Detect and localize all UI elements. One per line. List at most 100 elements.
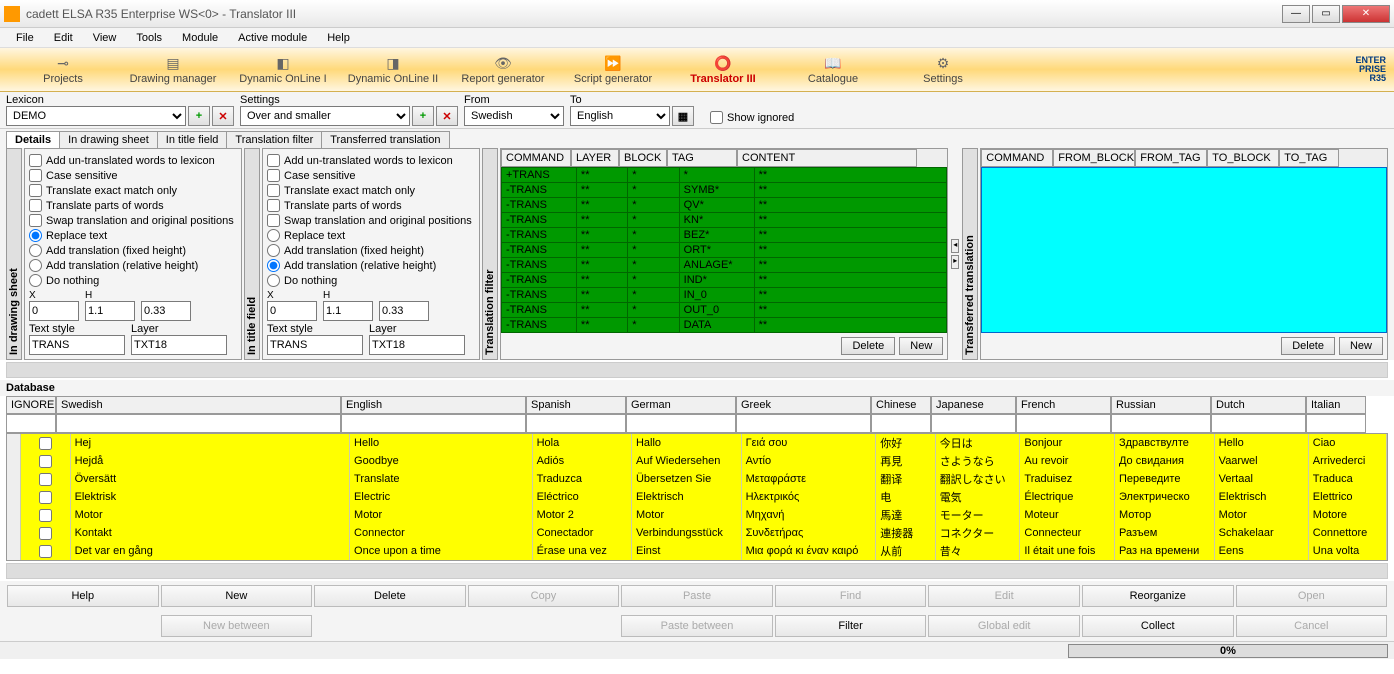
x-input[interactable] [267,301,317,321]
to-select[interactable]: English [570,106,670,126]
ignore-checkbox[interactable] [39,455,52,468]
splitter-left-icon[interactable]: ◂ [951,239,959,253]
db-row[interactable]: KontaktConnectorConectadorVerbindungsstü… [7,524,1387,542]
transfer-col-from_tag[interactable]: FROM_TAG [1135,149,1207,167]
check-swap-translation-and-original-positions[interactable] [267,214,280,227]
db-row[interactable]: ElektriskElectricEléctricoElektrischΗλεκ… [7,488,1387,506]
db-filter-swedish[interactable] [57,414,340,432]
db-col-italian[interactable]: Italian [1307,397,1365,414]
h2-input[interactable] [141,301,191,321]
filter-row[interactable]: -TRANS***KN*** [502,213,947,228]
check-case-sensitive[interactable] [29,169,42,182]
tab-in-drawing-sheet[interactable]: In drawing sheet [59,131,158,148]
radio-add-translation-fixed-height-[interactable] [267,244,280,257]
db-col-spanish[interactable]: Spanish [527,397,625,414]
ignore-checkbox[interactable] [39,545,52,558]
db-col-german[interactable]: German [627,397,735,414]
tab-details[interactable]: Details [6,131,60,148]
toolbar-drawing-manager[interactable]: ▤Drawing manager [118,53,228,87]
db-filter-italian[interactable] [1307,414,1365,432]
db-row[interactable]: gubbeold manviejo hombrealter mannηλικιω… [7,560,1387,561]
filter-row[interactable]: -TRANS***ORT*** [502,243,947,258]
db-col-chinese[interactable]: Chinese [872,397,930,414]
check-translate-exact-match-only[interactable] [267,184,280,197]
db-col-dutch[interactable]: Dutch [1212,397,1305,414]
filter-row[interactable]: -TRANS***QV*** [502,198,947,213]
menu-file[interactable]: File [8,30,42,46]
check-translate-exact-match-only[interactable] [29,184,42,197]
filter-delete-button[interactable]: Delete [841,337,895,355]
db-scrollbar[interactable] [6,563,1388,579]
settings-add-button[interactable]: + [412,106,434,126]
new-button[interactable]: New [161,585,313,607]
collect-button[interactable]: Collect [1082,615,1234,637]
filter-new-button[interactable]: New [899,337,943,355]
db-row[interactable]: HejdåGoodbyeAdiósAuf WiedersehenΑντίο再見さ… [7,452,1387,470]
row-selector[interactable] [7,560,21,561]
settings-select[interactable]: Over and smaller [240,106,410,126]
filter-col-tag[interactable]: TAG [667,149,737,167]
row-selector[interactable] [7,524,21,542]
db-col-greek[interactable]: Greek [737,397,870,414]
toolbar-projects[interactable]: ⊸Projects [8,53,118,87]
tab-in-title-field[interactable]: In title field [157,131,228,148]
row-selector[interactable] [7,488,21,506]
textstyle-input[interactable] [29,335,125,355]
tab-transferred-translation[interactable]: Transferred translation [321,131,449,148]
check-translate-parts-of-words[interactable] [267,199,280,212]
toolbar-report-generator[interactable]: 👁Report generator [448,53,558,87]
minimize-button[interactable]: — [1282,5,1310,23]
db-col-english[interactable]: English [342,397,525,414]
from-select[interactable]: Swedish [464,106,564,126]
settings-delete-button[interactable]: ✕ [436,106,458,126]
filter-row[interactable]: -TRANS***SYMB*** [502,183,947,198]
transfer-col-from_block[interactable]: FROM_BLOCK [1053,149,1135,167]
ignore-checkbox[interactable] [39,473,52,486]
filter-row[interactable]: -TRANS***IN_0** [502,288,947,303]
radio-replace-text[interactable] [267,229,280,242]
filter-col-block[interactable]: BLOCK [619,149,667,167]
lexicon-add-button[interactable]: + [188,106,210,126]
radio-do-nothing[interactable] [29,274,42,287]
delete-button[interactable]: Delete [314,585,466,607]
ignore-checkbox[interactable] [39,509,52,522]
toolbar-translator-iii[interactable]: ⭕Translator III [668,53,778,87]
lexicon-delete-button[interactable]: ✕ [212,106,234,126]
transferred-delete-button[interactable]: Delete [1281,337,1335,355]
menu-view[interactable]: View [85,30,125,46]
toolbar-dynamic-online-i[interactable]: ◧Dynamic OnLine I [228,53,338,87]
filter-row[interactable]: -TRANS***IND*** [502,273,947,288]
db-col-ignore[interactable]: IGNORE [7,397,55,414]
db-filter-greek[interactable] [737,414,870,432]
menu-tools[interactable]: Tools [128,30,170,46]
db-col-french[interactable]: French [1017,397,1110,414]
transferred-body[interactable] [981,167,1387,333]
check-add-un-translated-words-to-lexicon[interactable] [29,154,42,167]
toolbar-catalogue[interactable]: 📖Catalogue [778,53,888,87]
radio-replace-text[interactable] [29,229,42,242]
menu-module[interactable]: Module [174,30,226,46]
transfer-col-command[interactable]: COMMAND [981,149,1053,167]
db-row[interactable]: MotorMotorMotor 2MotorΜηχανή馬達モーターMoteur… [7,506,1387,524]
maximize-button[interactable]: ▭ [1312,5,1340,23]
radio-add-translation-relative-height-[interactable] [29,259,42,272]
filter-row[interactable]: +TRANS****** [502,168,947,183]
splitter[interactable]: ◂ ▸ [950,148,960,360]
tab-translation-filter[interactable]: Translation filter [226,131,322,148]
db-filter-french[interactable] [1017,414,1110,432]
database-grid[interactable]: HejHelloHolaHalloΓειά σου你好今日はBonjourЗдр… [6,433,1388,561]
show-ignored-checkbox[interactable] [710,111,723,124]
db-filter-russian[interactable] [1112,414,1210,432]
row-selector[interactable] [7,452,21,470]
check-case-sensitive[interactable] [267,169,280,182]
filter-row[interactable]: -TRANS***BEZ*** [502,228,947,243]
menu-help[interactable]: Help [319,30,358,46]
ignore-checkbox[interactable] [39,527,52,540]
radio-add-translation-relative-height-[interactable] [267,259,280,272]
transfer-col-to_block[interactable]: TO_BLOCK [1207,149,1279,167]
db-col-japanese[interactable]: Japanese [932,397,1015,414]
db-row[interactable]: HejHelloHolaHalloΓειά σου你好今日はBonjourЗдр… [7,434,1387,452]
lexicon-select[interactable]: DEMO [6,106,186,126]
db-col-swedish[interactable]: Swedish [57,397,340,414]
check-swap-translation-and-original-positions[interactable] [29,214,42,227]
